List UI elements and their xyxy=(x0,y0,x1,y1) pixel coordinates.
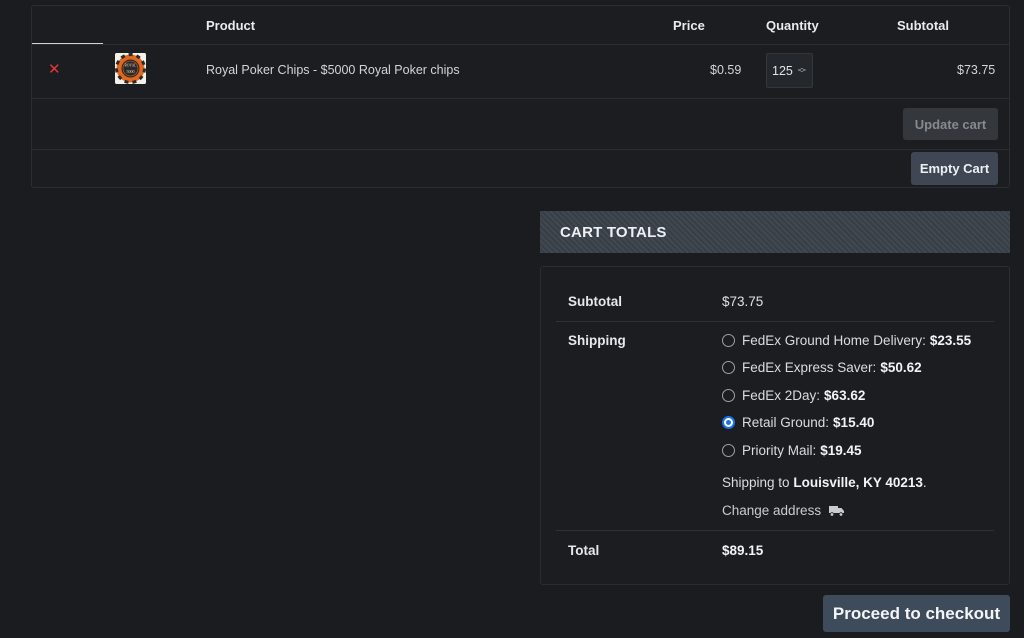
poker-chip-icon: ROYAL 5000 xyxy=(115,53,146,84)
product-name-link[interactable]: Royal Poker Chips - $5000 Royal Poker ch… xyxy=(206,63,460,77)
spinner-icon[interactable]: ︿ ﹀ xyxy=(798,63,806,77)
thumb-text-top: ROYAL xyxy=(125,64,137,68)
radio-button[interactable] xyxy=(722,334,735,347)
thumb-text-bottom: 5000 xyxy=(127,69,135,74)
shipping-option-label: FedEx Express Saver: xyxy=(742,360,877,375)
empty-cart-button[interactable]: Empty Cart xyxy=(911,152,998,185)
remove-item-button[interactable]: ✕ xyxy=(48,61,61,78)
truck-icon[interactable] xyxy=(829,505,845,517)
divider xyxy=(32,149,1009,150)
quantity-value[interactable]: 125 xyxy=(772,64,793,78)
shipping-destination: Shipping to Louisville, KY 40213. xyxy=(722,475,927,490)
divider xyxy=(556,321,994,322)
change-address-label[interactable]: Change address xyxy=(722,503,821,518)
shipping-option-retail-ground[interactable]: Retail Ground: $15.40 xyxy=(722,415,874,430)
shipping-to-suffix: . xyxy=(922,475,927,490)
shipping-label: Shipping xyxy=(568,333,626,348)
shipping-to-location: Louisville, KY 40213 xyxy=(793,475,923,490)
divider xyxy=(556,530,994,531)
subtotal-label: Subtotal xyxy=(568,294,622,309)
divider xyxy=(32,98,1009,99)
proceed-to-checkout-button[interactable]: Proceed to checkout xyxy=(823,595,1010,632)
radio-button[interactable] xyxy=(722,361,735,374)
shipping-option-label: Retail Ground: xyxy=(742,415,830,430)
header-quantity: Quantity xyxy=(766,18,819,33)
shipping-option-label: Priority Mail: xyxy=(742,443,817,458)
update-cart-button[interactable]: Update cart xyxy=(903,108,998,140)
radio-button-selected[interactable] xyxy=(722,416,735,429)
item-subtotal: $73.75 xyxy=(957,63,996,77)
total-value: $89.15 xyxy=(722,543,764,558)
shipping-option-price: $19.45 xyxy=(820,443,862,458)
product-thumbnail[interactable]: ROYAL 5000 xyxy=(115,53,146,84)
shipping-option-price: $50.62 xyxy=(880,360,922,375)
shipping-option-label: FedEx 2Day: xyxy=(742,388,821,403)
shipping-option-priority-mail[interactable]: Priority Mail: $19.45 xyxy=(722,443,862,458)
header-product: Product xyxy=(206,18,256,33)
cart-totals-panel: Subtotal $73.75 Shipping FedEx Ground Ho… xyxy=(540,266,1010,585)
shipping-option-price: $15.40 xyxy=(833,415,875,430)
shipping-option-price: $63.62 xyxy=(824,388,866,403)
cart-table: Product Price Quantity Subtotal ✕ ROYAL … xyxy=(31,5,1010,188)
total-label: Total xyxy=(568,543,600,558)
shipping-to-prefix: Shipping to xyxy=(722,475,790,490)
quantity-stepper[interactable]: 125 ︿ ﹀ xyxy=(766,53,813,88)
shipping-option-fedex-express[interactable]: FedEx Express Saver: $50.62 xyxy=(722,360,922,375)
item-price: $0.59 xyxy=(710,63,742,77)
subtotal-value: $73.75 xyxy=(722,294,764,309)
header-subtotal: Subtotal xyxy=(897,18,949,33)
header-price: Price xyxy=(673,18,705,33)
radio-button[interactable] xyxy=(722,389,735,402)
shipping-option-fedex-2day[interactable]: FedEx 2Day: $63.62 xyxy=(722,388,865,403)
shipping-option-label: FedEx Ground Home Delivery: xyxy=(742,333,926,348)
radio-button[interactable] xyxy=(722,444,735,457)
divider xyxy=(32,44,1009,45)
shipping-option-fedex-ground[interactable]: FedEx Ground Home Delivery: $23.55 xyxy=(722,333,971,348)
change-address-link[interactable]: Change address xyxy=(722,503,845,518)
close-icon[interactable]: ✕ xyxy=(48,61,61,78)
shipping-option-price: $23.55 xyxy=(929,333,972,348)
cart-totals-header: CART TOTALS xyxy=(540,211,1010,253)
